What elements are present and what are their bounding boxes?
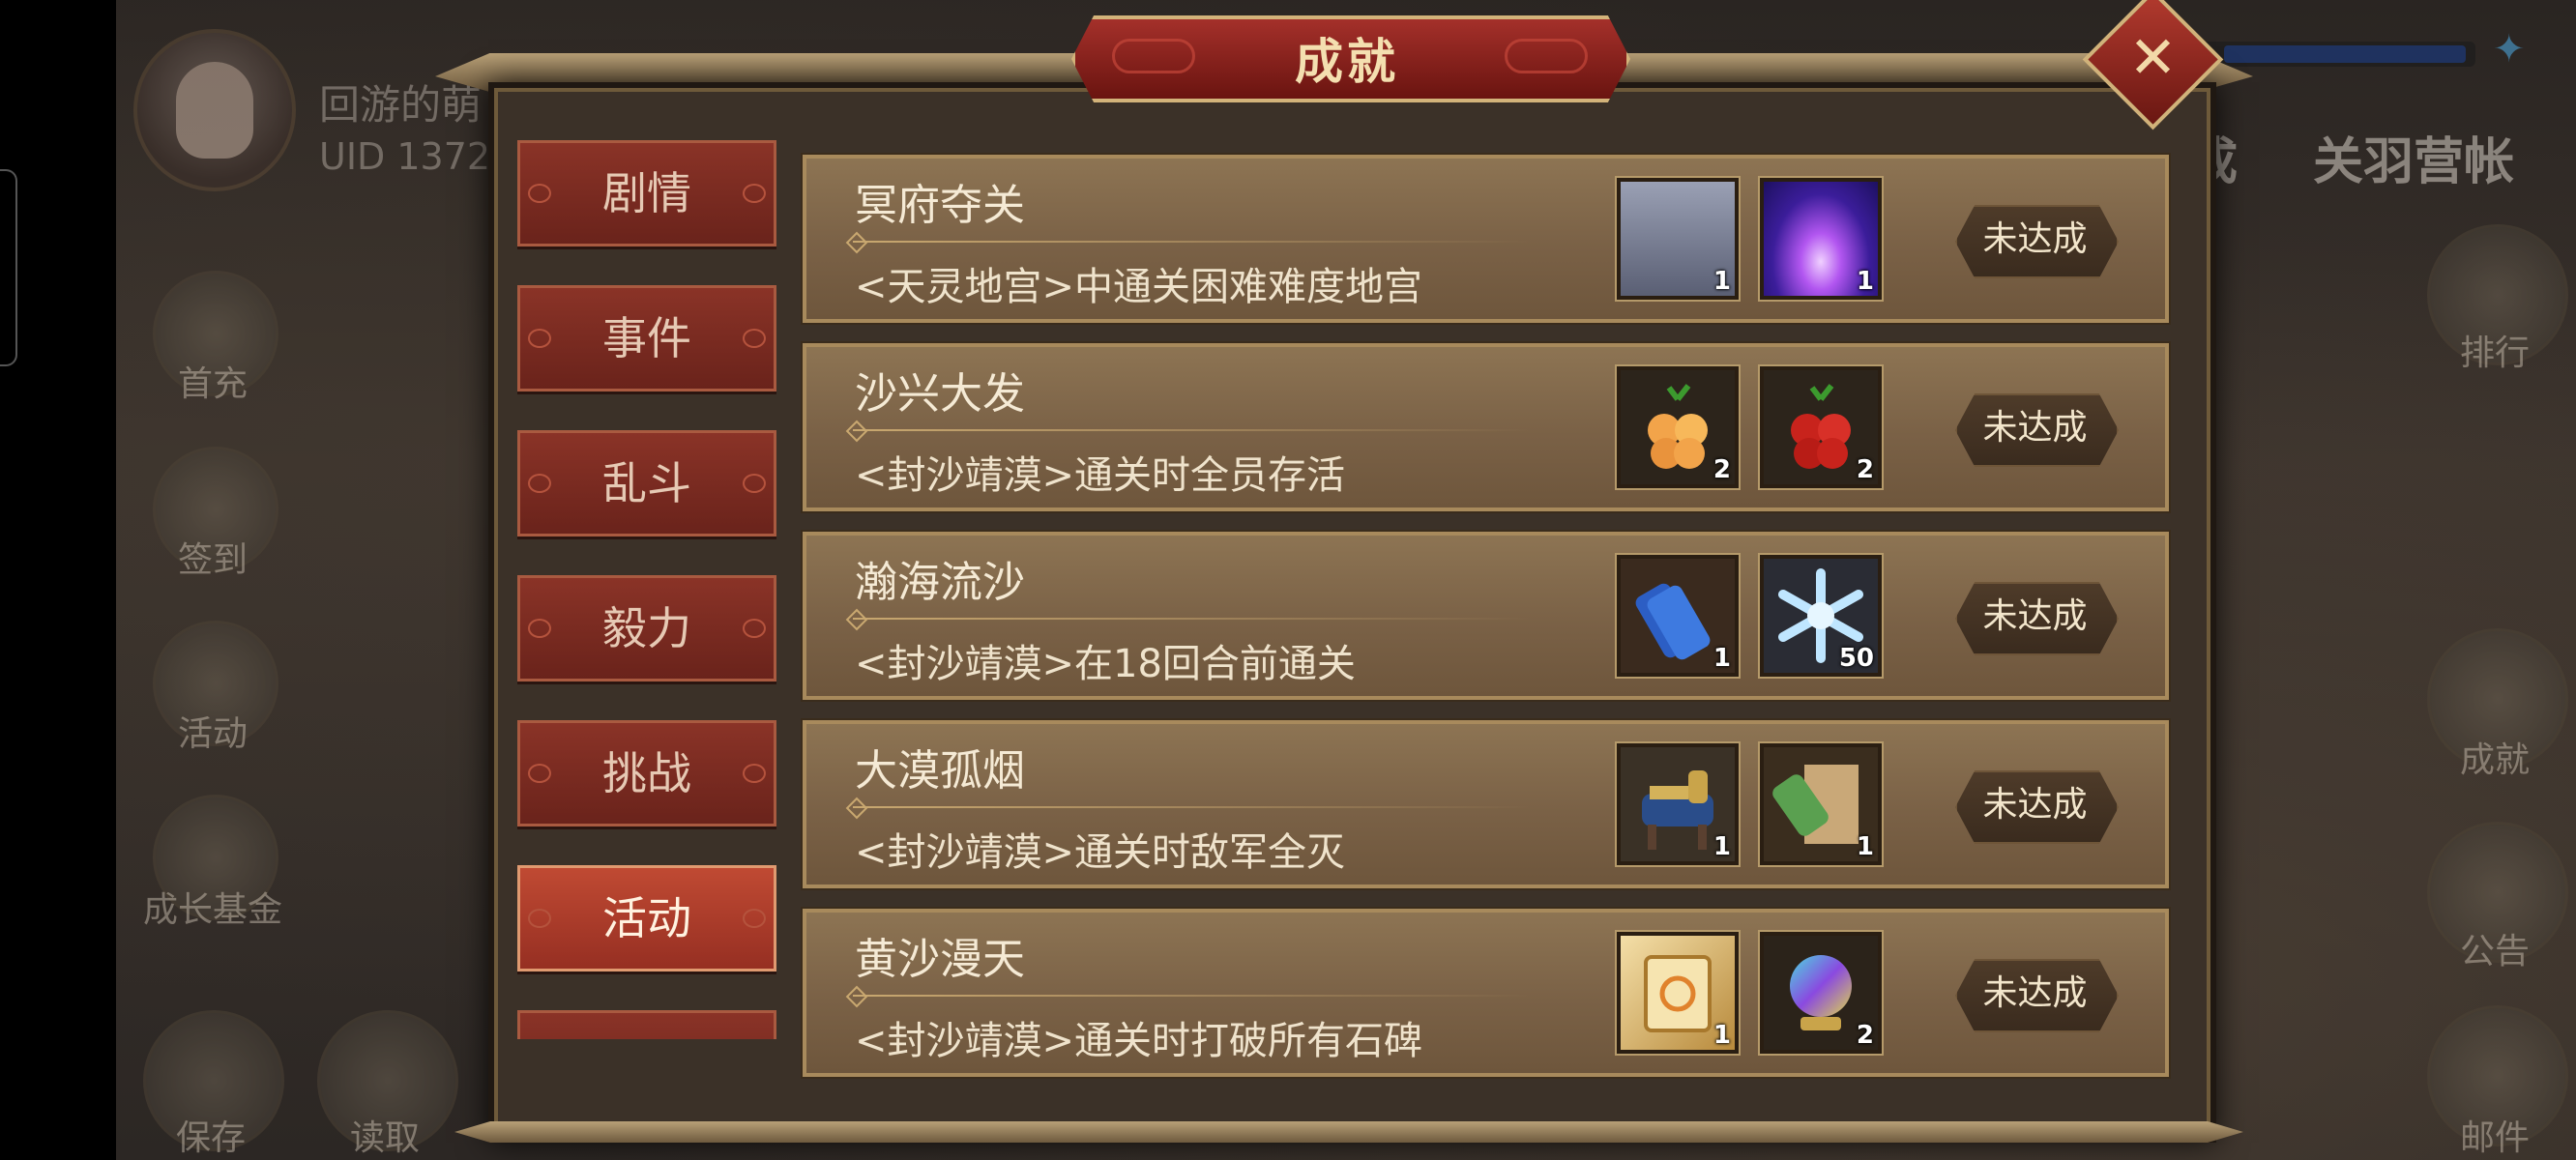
- divider: [853, 618, 1530, 620]
- achievement-desc: <封沙靖漠>通关时打破所有石碑: [855, 1019, 1423, 1063]
- divider: [853, 806, 1530, 808]
- divider-ornament-icon: [845, 420, 868, 443]
- hud-label-load: 读取: [349, 1118, 420, 1158]
- close-icon[interactable]: ✕: [2103, 10, 2203, 109]
- hud-label-growth-fund: 成长基金: [142, 890, 282, 930]
- achievement-desc: <封沙靖漠>通关时全员存活: [855, 453, 1346, 498]
- divider-ornament-icon: [845, 797, 868, 820]
- status-badge: 未达成: [1982, 785, 2088, 825]
- achievement-name: 冥府夺关: [855, 181, 1025, 230]
- divider-ornament-icon: [845, 608, 868, 631]
- achievement-row: 黄沙漫天 <封沙靖漠>通关时打破所有石碑 1 2 未达成: [803, 909, 2169, 1077]
- gold-card-icon[interactable]: 1: [1617, 932, 1739, 1054]
- reward-count: 2: [1856, 1021, 1874, 1050]
- tab-brawl[interactable]: 乱斗: [517, 430, 776, 536]
- avatar-portrait: [176, 62, 253, 159]
- map-scroll-icon[interactable]: 1: [1760, 743, 1882, 865]
- tab-story[interactable]: 剧情: [517, 140, 776, 246]
- achievement-list[interactable]: 冥府夺关 <天灵地宫>中通关困难难度地宫 1 1 未达成 沙兴大发 <封沙靖漠>…: [795, 145, 2169, 1131]
- tab-label: 挑战: [602, 747, 691, 799]
- modal-title: 成就: [1295, 34, 1399, 90]
- reward-count: 1: [1712, 644, 1731, 673]
- crystal-icon: ✦: [2493, 27, 2526, 72]
- divider-ornament-icon: [845, 985, 868, 1008]
- achievement-desc: <封沙靖漠>在18回合前通关: [855, 642, 1356, 686]
- achievement-row: 冥府夺关 <天灵地宫>中通关困难难度地宫 1 1 未达成: [803, 155, 2169, 323]
- rainbow-orb-icon[interactable]: 2: [1760, 932, 1882, 1054]
- tab-activity[interactable]: 活动: [517, 865, 776, 972]
- achievement-name: 沙兴大发: [855, 369, 1025, 419]
- achievement-name: 黄沙漫天: [855, 935, 1025, 984]
- player-uid: UID 1372: [319, 135, 491, 178]
- divider: [853, 241, 1530, 243]
- reward-count: 1: [1856, 832, 1874, 861]
- tab-label: 毅力: [602, 602, 691, 654]
- achievement-row: 沙兴大发 <封沙靖漠>通关时全员存活 2 2 未达成: [803, 343, 2169, 511]
- reward-count: 1: [1712, 267, 1731, 296]
- hud-label-first-recharge: 首充: [177, 364, 248, 404]
- tab-label: 事件: [602, 312, 691, 364]
- status-badge: 未达成: [1982, 408, 2088, 448]
- tab-label: 剧情: [602, 167, 691, 219]
- reward-count: 1: [1712, 1021, 1731, 1050]
- achievement-name: 大漠孤烟: [855, 746, 1025, 796]
- ice-crystal-icon[interactable]: 50: [1760, 555, 1882, 677]
- tab-label: 活动: [602, 892, 691, 944]
- achievement-name: 瀚海流沙: [855, 558, 1025, 607]
- achievement-desc: <天灵地宫>中通关困难难度地宫: [855, 265, 1423, 309]
- achievement-row: 瀚海流沙 <封沙靖漠>在18回合前通关 1 50 未达成: [803, 532, 2169, 700]
- status-badge: 未达成: [1982, 596, 2088, 636]
- top-tab-guanyu-camp[interactable]: 关羽营帐: [2313, 121, 2514, 193]
- achievement-row: 大漠孤烟 <封沙靖漠>通关时敌军全灭 1 1 未达成: [803, 720, 2169, 888]
- divider-ornament-icon: [845, 231, 868, 254]
- hud-label-ranking: 排行: [2459, 334, 2530, 373]
- armored-horse-icon[interactable]: 1: [1617, 743, 1739, 865]
- hud-label-save: 保存: [175, 1118, 246, 1158]
- hud-label-event: 活动: [177, 714, 248, 754]
- peach-fruit-icon[interactable]: 2: [1617, 366, 1739, 488]
- treasure-chest-icon[interactable]: 1: [1617, 178, 1739, 300]
- reward-count: 1: [1712, 832, 1731, 861]
- achievement-desc: <封沙靖漠>通关时敌军全灭: [855, 830, 1346, 875]
- divider: [853, 429, 1530, 431]
- hud-label-sign-in: 签到: [177, 540, 248, 580]
- resource-bar-fill: [2224, 45, 2466, 63]
- device-notch: [0, 169, 17, 366]
- divider: [853, 995, 1530, 997]
- red-cherry-icon[interactable]: 2: [1760, 366, 1882, 488]
- purple-beam-icon[interactable]: 1: [1760, 178, 1882, 300]
- status-badge: 未达成: [1982, 219, 2088, 259]
- reward-count: 2: [1856, 455, 1874, 484]
- player-avatar[interactable]: [133, 29, 296, 191]
- blue-scroll-icon[interactable]: 1: [1617, 555, 1739, 677]
- reward-count: 1: [1856, 267, 1874, 296]
- hud-label-mail: 邮件: [2459, 1118, 2530, 1158]
- status-badge: 未达成: [1982, 973, 2088, 1013]
- hud-label-notice: 公告: [2459, 932, 2530, 972]
- reward-count: 50: [1838, 644, 1874, 673]
- tab-perseverance[interactable]: 毅力: [517, 575, 776, 682]
- reward-count: 2: [1712, 455, 1731, 484]
- tab-label: 乱斗: [602, 457, 691, 509]
- tab-event[interactable]: 事件: [517, 285, 776, 392]
- tab-challenge[interactable]: 挑战: [517, 720, 776, 826]
- category-tabs: 剧情 事件 乱斗 毅力 挑战 活动: [498, 130, 788, 1039]
- tab-partial[interactable]: [517, 1010, 776, 1039]
- hud-label-achievement: 成就: [2459, 740, 2530, 780]
